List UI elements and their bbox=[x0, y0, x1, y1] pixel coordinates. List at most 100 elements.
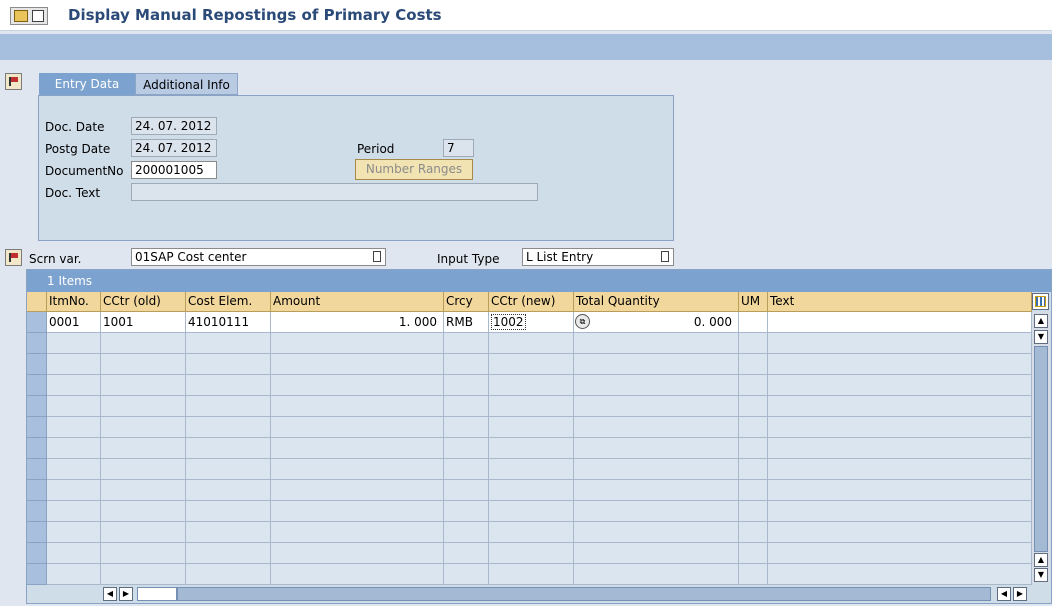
table-cell[interactable] bbox=[101, 417, 186, 438]
doc-text-field[interactable] bbox=[131, 183, 538, 201]
row-selector[interactable] bbox=[27, 396, 47, 417]
table-cell[interactable] bbox=[271, 354, 444, 375]
table-cell[interactable] bbox=[444, 543, 489, 564]
table-cell[interactable] bbox=[47, 564, 101, 585]
table-cell[interactable] bbox=[186, 417, 271, 438]
table-cell[interactable] bbox=[47, 417, 101, 438]
table-cell[interactable] bbox=[768, 438, 1032, 459]
cell-cctr-new[interactable]: 1002 bbox=[489, 312, 574, 333]
table-cell[interactable] bbox=[739, 396, 768, 417]
table-cell[interactable] bbox=[186, 459, 271, 480]
table-cell[interactable] bbox=[186, 543, 271, 564]
table-cell[interactable] bbox=[101, 543, 186, 564]
table-cell[interactable] bbox=[574, 333, 739, 354]
quantity-detail-icon[interactable]: ⧉ bbox=[575, 314, 590, 329]
table-cell[interactable] bbox=[489, 501, 574, 522]
table-cell[interactable] bbox=[47, 501, 101, 522]
table-cell[interactable] bbox=[186, 396, 271, 417]
scroll-right-end-icon[interactable]: ▶ bbox=[1013, 587, 1027, 601]
vertical-scroll-track[interactable] bbox=[1034, 346, 1048, 552]
col-header-text[interactable]: Text bbox=[768, 292, 1032, 312]
scroll-left-icon[interactable]: ◀ bbox=[103, 587, 117, 601]
col-header-cost-elem[interactable]: Cost Elem. bbox=[186, 292, 271, 312]
table-cell[interactable] bbox=[101, 480, 186, 501]
col-header-um[interactable]: UM bbox=[739, 292, 768, 312]
table-cell[interactable] bbox=[101, 501, 186, 522]
table-cell[interactable] bbox=[271, 417, 444, 438]
number-ranges-button[interactable]: Number Ranges bbox=[355, 159, 473, 180]
table-cell[interactable] bbox=[444, 396, 489, 417]
table-cell[interactable] bbox=[739, 564, 768, 585]
table-cell[interactable] bbox=[574, 396, 739, 417]
col-header-cctr-old[interactable]: CCtr (old) bbox=[101, 292, 186, 312]
table-cell[interactable] bbox=[186, 564, 271, 585]
cell-cost-elem[interactable]: 41010111 bbox=[186, 312, 271, 333]
table-cell[interactable] bbox=[739, 375, 768, 396]
table-cell[interactable] bbox=[574, 417, 739, 438]
col-header-amount[interactable]: Amount bbox=[271, 292, 444, 312]
row-selector[interactable] bbox=[27, 459, 47, 480]
table-cell[interactable] bbox=[186, 480, 271, 501]
table-cell[interactable] bbox=[47, 459, 101, 480]
table-cell[interactable] bbox=[271, 522, 444, 543]
table-cell[interactable] bbox=[739, 543, 768, 564]
table-cell[interactable] bbox=[768, 480, 1032, 501]
row-selector[interactable] bbox=[27, 522, 47, 543]
table-cell[interactable] bbox=[768, 354, 1032, 375]
table-cell[interactable] bbox=[739, 417, 768, 438]
cell-itmno[interactable]: 0001 bbox=[47, 312, 101, 333]
table-cell[interactable] bbox=[444, 501, 489, 522]
table-cell[interactable] bbox=[489, 375, 574, 396]
table-cell[interactable] bbox=[47, 396, 101, 417]
table-cell[interactable] bbox=[271, 501, 444, 522]
table-cell[interactable] bbox=[186, 501, 271, 522]
table-cell[interactable] bbox=[444, 375, 489, 396]
period-field[interactable]: 7 bbox=[443, 139, 474, 157]
table-cell[interactable] bbox=[444, 354, 489, 375]
table-cell[interactable] bbox=[47, 375, 101, 396]
table-cell[interactable] bbox=[489, 522, 574, 543]
col-header-crcy[interactable]: Crcy bbox=[444, 292, 489, 312]
table-cell[interactable] bbox=[47, 522, 101, 543]
display-change-icon[interactable] bbox=[10, 7, 48, 25]
table-cell[interactable] bbox=[47, 480, 101, 501]
scrn-var-select[interactable]: 01SAP Cost center bbox=[131, 248, 386, 266]
doc-date-field[interactable]: 24. 07. 2012 bbox=[131, 117, 217, 135]
cell-text[interactable] bbox=[768, 312, 1032, 333]
table-cell[interactable] bbox=[574, 543, 739, 564]
table-cell[interactable] bbox=[574, 564, 739, 585]
table-cell[interactable] bbox=[271, 438, 444, 459]
dropdown-icon[interactable] bbox=[373, 251, 381, 262]
document-no-field[interactable]: 200001005 bbox=[131, 161, 217, 179]
table-cell[interactable] bbox=[739, 459, 768, 480]
table-cell[interactable] bbox=[271, 459, 444, 480]
table-cell[interactable] bbox=[101, 333, 186, 354]
scroll-right-icon[interactable]: ▶ bbox=[119, 587, 133, 601]
table-cell[interactable] bbox=[574, 459, 739, 480]
table-cell[interactable] bbox=[271, 564, 444, 585]
table-cell[interactable] bbox=[47, 543, 101, 564]
table-cell[interactable] bbox=[489, 480, 574, 501]
table-cell[interactable] bbox=[768, 396, 1032, 417]
table-cell[interactable] bbox=[739, 438, 768, 459]
table-cell[interactable] bbox=[186, 375, 271, 396]
table-cell[interactable] bbox=[101, 438, 186, 459]
cell-crcy[interactable]: RMB bbox=[444, 312, 489, 333]
row-selector[interactable] bbox=[27, 417, 47, 438]
table-cell[interactable] bbox=[768, 564, 1032, 585]
input-type-select[interactable]: L List Entry bbox=[522, 248, 674, 266]
table-cell[interactable] bbox=[768, 333, 1032, 354]
cell-amount[interactable]: 1. 000 bbox=[271, 312, 444, 333]
table-cell[interactable] bbox=[574, 501, 739, 522]
table-cell[interactable] bbox=[444, 480, 489, 501]
cell-um[interactable] bbox=[739, 312, 768, 333]
col-header-total-quantity[interactable]: Total Quantity bbox=[574, 292, 739, 312]
row-selector[interactable] bbox=[27, 480, 47, 501]
table-cell[interactable] bbox=[489, 564, 574, 585]
tab-entry-data[interactable]: Entry Data bbox=[39, 73, 135, 95]
horizontal-scroll-thumb[interactable] bbox=[137, 587, 177, 601]
table-cell[interactable] bbox=[768, 417, 1032, 438]
column-config-icon[interactable] bbox=[1032, 293, 1049, 310]
select-all-cell[interactable] bbox=[27, 292, 47, 312]
table-cell[interactable] bbox=[47, 438, 101, 459]
